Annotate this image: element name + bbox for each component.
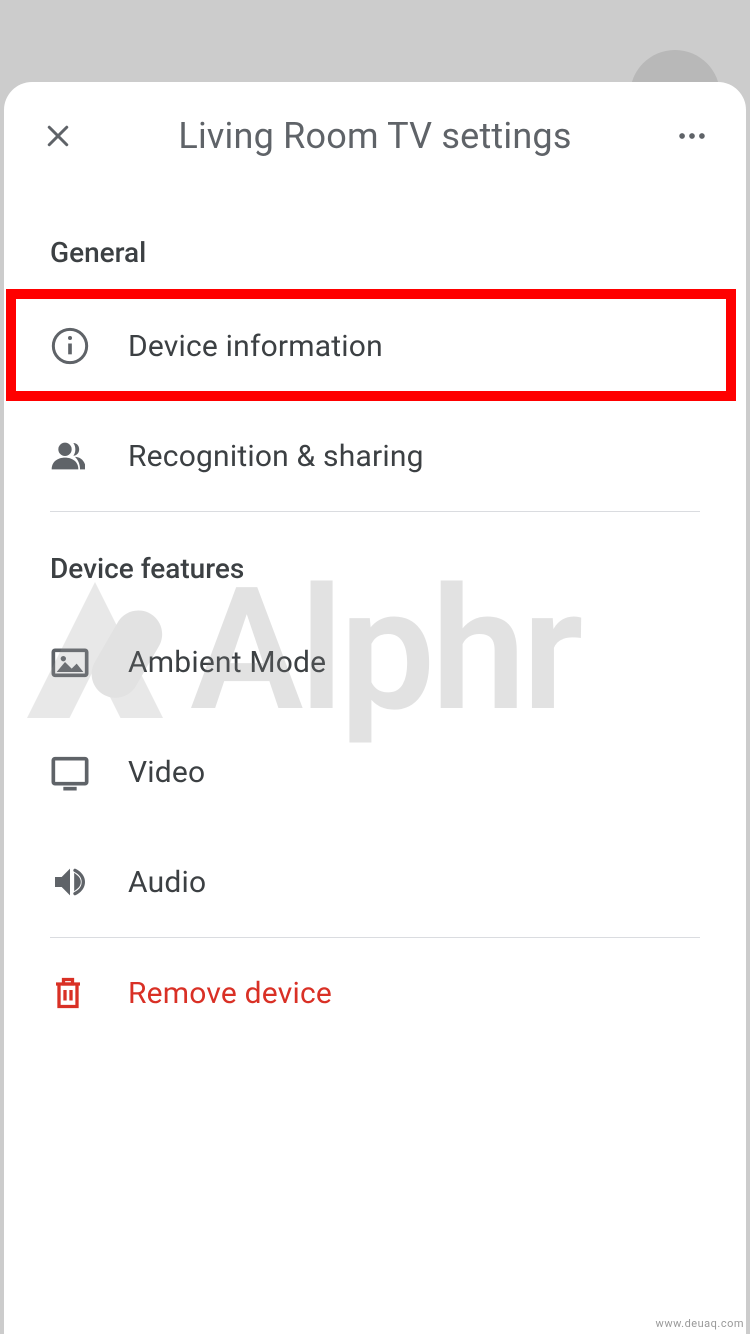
- close-icon: [43, 121, 73, 151]
- row-label: Remove device: [128, 976, 332, 1011]
- row-label: Audio: [128, 865, 206, 900]
- close-button[interactable]: [34, 112, 82, 160]
- row-label: Device information: [128, 329, 383, 364]
- row-recognition-sharing[interactable]: Recognition & sharing: [4, 401, 746, 511]
- section-header-general: General: [4, 186, 746, 291]
- row-label: Ambient Mode: [128, 645, 326, 680]
- row-label: Recognition & sharing: [128, 439, 424, 474]
- volume-icon: [50, 862, 90, 902]
- image-icon: [50, 642, 90, 682]
- row-audio[interactable]: Audio: [4, 827, 746, 937]
- row-ambient-mode[interactable]: Ambient Mode: [4, 607, 746, 717]
- page-title: Living Room TV settings: [82, 115, 668, 157]
- row-remove-device[interactable]: Remove device: [4, 938, 746, 1048]
- more-horizontal-icon: [675, 119, 709, 153]
- settings-sheet: Living Room TV settings General Device i…: [4, 82, 746, 1334]
- row-device-information[interactable]: Device information: [4, 291, 746, 401]
- section-header-device-features: Device features: [4, 512, 746, 607]
- sheet-header: Living Room TV settings: [4, 82, 746, 186]
- row-video[interactable]: Video: [4, 717, 746, 827]
- more-options-button[interactable]: [668, 112, 716, 160]
- people-icon: [50, 436, 90, 476]
- row-label: Video: [128, 755, 205, 790]
- tv-icon: [50, 752, 90, 792]
- info-icon: [50, 326, 90, 366]
- source-url: www.deuaq.com: [656, 1317, 744, 1330]
- trash-icon: [50, 975, 86, 1011]
